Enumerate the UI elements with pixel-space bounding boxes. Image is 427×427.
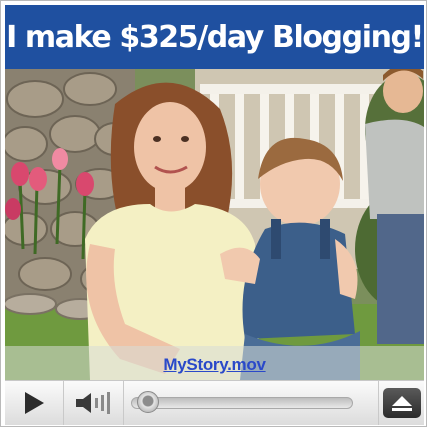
video-title-link[interactable]: MyStory.mov (5, 355, 424, 375)
eject-button[interactable] (378, 381, 425, 425)
eject-icon (392, 396, 412, 411)
ad-headline[interactable]: I make $325/day Blogging! (5, 5, 424, 69)
video-ad[interactable]: I make $325/day Blogging! MyStory.mov (0, 0, 427, 427)
seek-bar[interactable] (131, 391, 353, 413)
seek-thumb[interactable] (137, 391, 159, 413)
player-controls (5, 380, 424, 425)
seek-track[interactable] (131, 397, 353, 409)
eject-button-body[interactable] (383, 388, 421, 418)
play-button[interactable] (5, 381, 64, 425)
volume-button[interactable] (63, 381, 124, 425)
play-icon (25, 392, 44, 414)
speaker-icon (76, 392, 110, 414)
video-frame[interactable]: MyStory.mov (5, 69, 424, 380)
video-thumbnail-image (5, 69, 424, 380)
